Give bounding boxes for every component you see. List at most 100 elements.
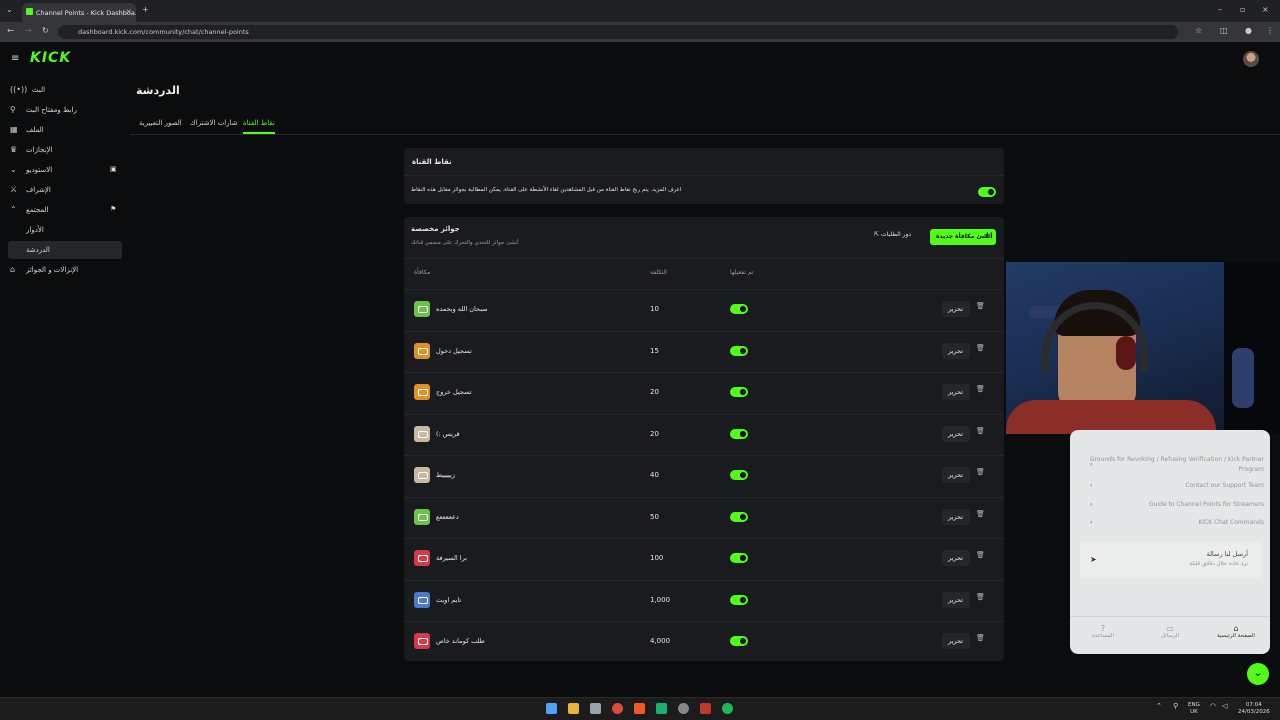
sidebar-item-drops-rewards[interactable]: ⌂ الإنزالات و الجوائز [8,261,122,279]
reward-enabled-toggle[interactable] [730,594,748,605]
app-icon-2[interactable] [700,703,711,714]
help-link-chat-commands[interactable]: ‹ KICK Chat Commands [1084,519,1264,526]
trash-icon[interactable]: 🗑 [976,468,985,476]
create-reward-button[interactable]: أنشئ مكافأة جديدة + [930,229,996,245]
back-icon[interactable]: ← [7,26,14,35]
divider [404,175,1004,176]
reload-icon[interactable]: ↻ [42,26,49,35]
send-message-card[interactable]: ➤ أرسل لنا رسالة نرد عادة خلال دقائق قلي… [1080,542,1262,578]
tab-sub-badges[interactable]: شارات الاشتراك [190,119,238,127]
sidebar-item-broadcast[interactable]: ((•)) البث [8,81,122,99]
browser-tab[interactable]: Channel Points - Kick Dashboa… × [22,3,136,22]
trash-icon[interactable]: 🗑 [976,593,985,601]
help-link-text: Grounds for Revoking / Refusing Verifica… [1089,456,1264,473]
close-tab-icon[interactable]: × [125,7,132,16]
sidebar-item-stream-key[interactable]: ⚲ رابط ومفتاح البث [8,101,122,119]
avatar[interactable] [1243,51,1259,67]
sidebar-item-moderation[interactable]: ⚔ الإشراف [8,181,122,199]
reward-enabled-toggle[interactable] [730,636,748,646]
network-icon[interactable]: ⚲ [1173,703,1178,710]
reward-icon [414,384,430,400]
chrome-icon[interactable] [612,703,623,714]
help-toggle-button[interactable]: ⌄ [1247,663,1269,685]
edit-button[interactable]: تحرير [942,467,970,483]
close-window-icon[interactable]: × [1262,5,1269,14]
store-icon[interactable] [590,703,601,714]
help-link-channel-points[interactable]: ‹ Guide to Channel Points for Streamers [1084,501,1264,508]
reward-cost: 50 [650,512,659,521]
help-nav-messages[interactable]: ▭ الرسائل [1156,624,1184,639]
forward-icon[interactable]: → [25,26,32,35]
edit-button[interactable]: تحرير [942,591,970,608]
edit-button[interactable]: تحرير [942,301,970,317]
channel-points-toggle[interactable] [978,187,996,197]
sidebar-item-achievements[interactable]: ♛ الإنجازات [8,141,122,159]
channel-points-card: نقاط القناة اعرف المزيد. يتم ربح نقاط ال… [404,148,1004,204]
date-text: 24/03/2026 [1238,709,1270,715]
new-tab-icon[interactable]: + [142,5,149,14]
reward-enabled-toggle[interactable] [730,387,748,397]
kick-logo[interactable]: KICK [30,50,71,66]
trash-icon[interactable]: 🗑 [976,551,985,559]
edit-button[interactable]: تحرير [942,550,970,566]
table-row: (: قريس 20 تحرير 🗑 [404,413,1004,455]
maximize-icon[interactable]: ▫ [1240,5,1245,14]
studio-icon: ▣ [110,165,117,173]
trash-icon[interactable]: 🗑 [976,427,985,435]
sidebar-item-roles[interactable]: الأدوار [8,221,122,239]
obs-icon[interactable] [678,703,689,714]
file-explorer-icon[interactable] [568,703,579,714]
sidebar-item-community[interactable]: ⌃ المجتمع ⚑ [8,201,122,219]
help-link-support[interactable]: ‹ Contact our Support Team [1084,482,1264,489]
tab-channel-points[interactable]: نقاط القناة [243,119,275,134]
reward-enabled-toggle[interactable] [730,345,748,356]
edit-button[interactable]: تحرير [942,384,970,400]
app-icon[interactable] [656,703,667,714]
sidebar-item-label: المجتمع [26,206,49,214]
menu-icon[interactable]: ⋮ [1266,26,1274,35]
clock[interactable]: 07:04 24/03/2026 [1238,702,1270,716]
url-input[interactable]: dashboard.kick.com/community/chat/channe… [58,25,1178,39]
trash-icon[interactable]: 🗑 [976,344,985,352]
bookmark-star-icon[interactable]: ☆ [1195,26,1202,35]
sidebar-item-label: البث [32,86,46,94]
language-indicator[interactable]: ENG UK [1188,702,1200,716]
sidebar-item-chat[interactable]: الدردشة [8,241,122,259]
sidebar-item-file[interactable]: ▦ الملف [8,121,122,139]
trash-icon[interactable]: 🗑 [976,634,985,642]
help-link-verification[interactable]: ‹ Grounds for Revoking / Refusing Verifi… [1084,455,1264,475]
wifi-icon[interactable]: ◠ [1210,703,1216,710]
reward-enabled-toggle[interactable] [730,511,748,522]
volume-icon[interactable]: ◁ [1222,703,1227,710]
reward-enabled-toggle[interactable] [730,553,748,563]
spotify-icon[interactable] [722,703,733,714]
edit-button[interactable]: تحرير [942,633,970,649]
sidebar-item-studio[interactable]: ⌄ الاستوديو ▣ [8,161,122,179]
trash-icon[interactable]: 🗑 [976,510,985,518]
mouse-cursor: ↖ [1083,490,1089,498]
queue-button[interactable]: ⇱ دور الطلبات [874,231,911,238]
reward-enabled-toggle[interactable] [730,304,748,314]
tray-chevron-icon[interactable]: ⌃ [1156,703,1162,710]
trash-icon[interactable]: 🗑 [976,302,985,310]
chevron-left-icon: ‹ [1090,501,1093,508]
help-nav-home[interactable]: ⌂ الصفحة الرئيسية [1210,624,1262,639]
reward-enabled-toggle[interactable] [730,428,748,439]
edit-button[interactable]: تحرير [942,508,970,525]
trophy-icon: ♛ [10,145,18,154]
brave-icon[interactable] [634,703,645,714]
help-nav-help[interactable]: ? المساعدة [1090,624,1116,639]
trash-icon[interactable]: 🗑 [976,385,985,393]
reward-enabled-toggle[interactable] [730,470,748,480]
edit-button[interactable]: تحرير [942,342,970,359]
windows-start-icon[interactable] [546,703,557,714]
hamburger-icon[interactable]: ≡ [11,53,19,64]
tab-emotes[interactable]: الصور التعبيرية [139,119,182,127]
chevron-left-icon: ‹ [1090,482,1093,489]
tab-search-icon[interactable]: ⌄ [6,5,13,14]
minimize-icon[interactable]: – [1218,5,1222,14]
extensions-icon[interactable]: ◫ [1220,26,1228,35]
sidebar-item-label: رابط ومفتاح البث [26,106,77,114]
profile-icon[interactable]: ● [1245,26,1252,35]
edit-button[interactable]: تحرير [942,425,970,442]
